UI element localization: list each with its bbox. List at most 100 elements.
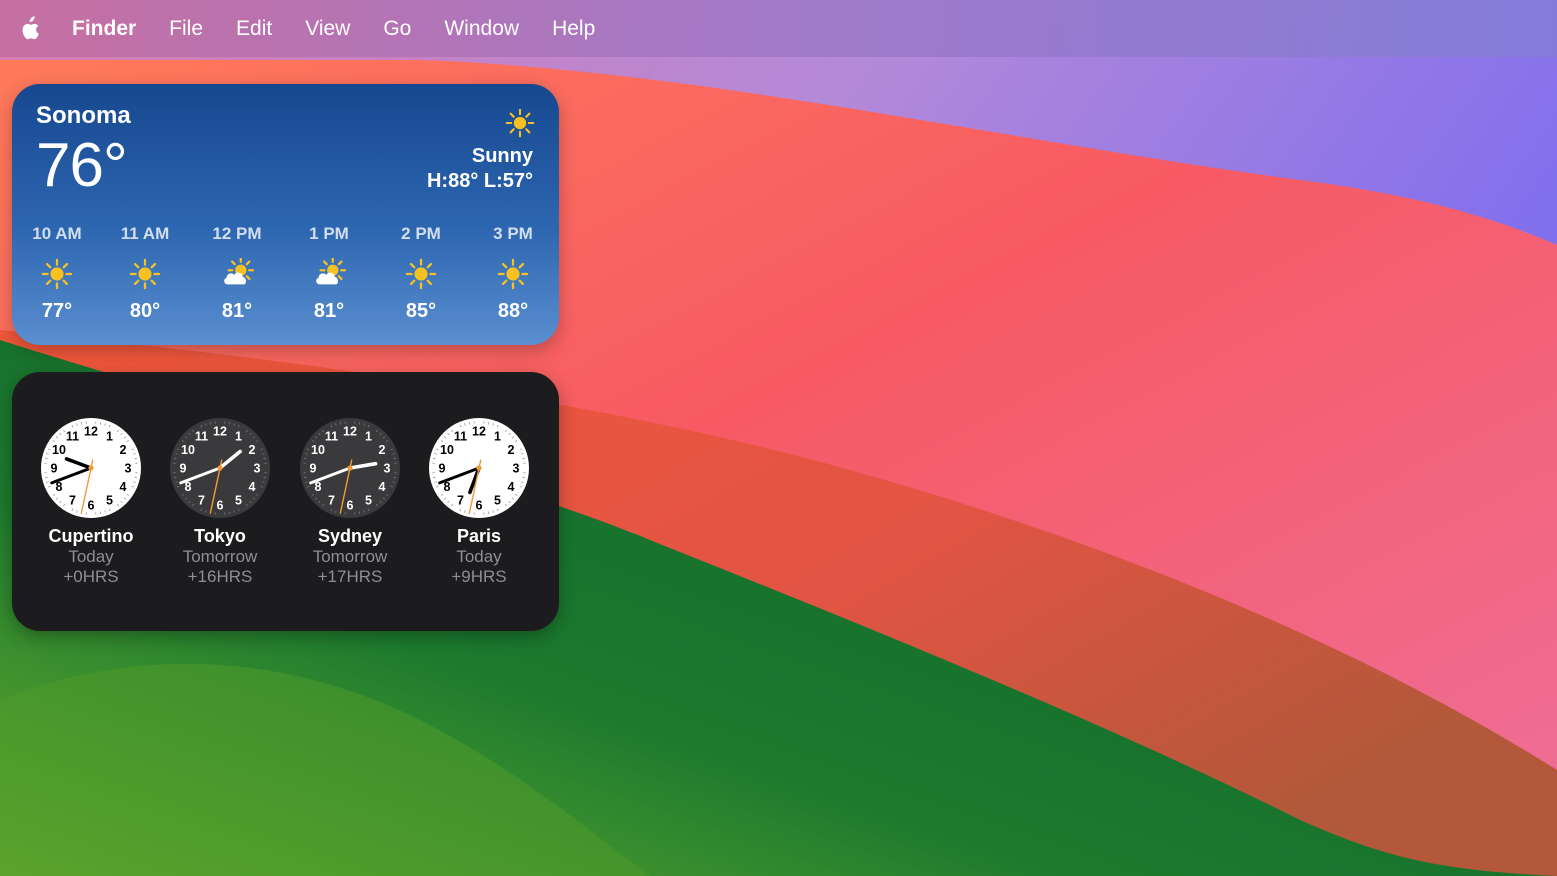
menu-bar: Finder File Edit View Go Window Help <box>0 0 1557 57</box>
svg-text:1: 1 <box>365 430 372 444</box>
weather-current-temp: 76° <box>36 131 128 200</box>
menu-go[interactable]: Go <box>383 0 411 57</box>
hour-temp: 88° <box>497 300 529 322</box>
clock-city: Cupertino <box>48 526 134 546</box>
clock-face: 1234567891011 12 <box>41 418 141 518</box>
svg-text:10: 10 <box>181 443 195 457</box>
svg-text:5: 5 <box>365 494 372 508</box>
hour-time: 12 PM <box>212 224 262 243</box>
clock-face: 1234567891011 12 <box>429 418 529 518</box>
svg-text:4: 4 <box>508 480 515 494</box>
hour-forecast: 3 PM 88° <box>468 224 558 323</box>
svg-text:3: 3 <box>125 462 132 476</box>
clock-cupertino[interactable]: 1 2 3 4 5 6 7 8 9 10 11 12 Cupertino Today +0HRS <box>31 416 151 587</box>
clock-day: Today <box>456 547 502 566</box>
svg-text:9: 9 <box>180 462 187 476</box>
clock-tokyo[interactable]: 1 2 3 4 5 6 7 8 9 10 11 12 Tokyo Tomorrow +16HRS <box>160 416 280 587</box>
menu-view[interactable]: View <box>305 0 350 57</box>
svg-text:12: 12 <box>343 425 357 439</box>
svg-text:7: 7 <box>69 494 76 508</box>
sun-icon <box>41 258 73 290</box>
svg-text:7: 7 <box>328 494 335 508</box>
apple-logo-icon[interactable] <box>18 15 40 42</box>
svg-text:6: 6 <box>347 499 354 513</box>
clock-city: Sydney <box>317 526 383 546</box>
svg-text:10: 10 <box>52 443 66 457</box>
clock-paris[interactable]: 1 2 3 4 5 6 7 8 9 10 11 12 Paris Today +9HRS <box>419 416 539 587</box>
hourly-forecast: 10 AM 77° 11 AM 80° 12 PM 81° 1 PM 81° 2… <box>12 224 559 334</box>
svg-text:5: 5 <box>235 494 242 508</box>
svg-text:11: 11 <box>454 430 467 444</box>
clock-city: Tokyo <box>194 526 246 546</box>
svg-text:1: 1 <box>106 430 113 444</box>
svg-text:5: 5 <box>106 494 113 508</box>
svg-text:11: 11 <box>325 430 338 444</box>
svg-text:3: 3 <box>513 462 520 476</box>
clock-offset: +16HRS <box>187 567 253 586</box>
svg-text:7: 7 <box>457 494 464 508</box>
sun-icon <box>497 258 529 290</box>
world-clock-widget[interactable]: 1 2 3 4 5 6 7 8 9 10 11 12 Cupertino Today +0HRS 12… <box>12 372 559 631</box>
hour-time: 2 PM <box>401 224 441 243</box>
svg-text:12: 12 <box>213 425 227 439</box>
svg-text:6: 6 <box>217 499 224 513</box>
clock-day: Tomorrow <box>312 547 388 566</box>
hour-time: 3 PM <box>493 224 533 243</box>
partly-cloudy-icon <box>316 258 346 285</box>
hour-forecast: 12 PM 81° <box>192 224 282 323</box>
svg-text:4: 4 <box>379 480 386 494</box>
hour-forecast: 2 PM 85° <box>376 224 466 323</box>
hour-time: 10 AM <box>32 224 82 243</box>
clock-offset: +17HRS <box>317 567 383 586</box>
clock-sydney[interactable]: 1 2 3 4 5 6 7 8 9 10 11 12 Sydney Tomorrow +17HRS <box>290 416 410 587</box>
sun-icon <box>405 258 437 290</box>
svg-text:10: 10 <box>440 443 454 457</box>
weather-widget[interactable]: Sonoma 76° Sunny H:88° L:57° 10 AM 77° 1… <box>12 84 559 345</box>
svg-text:5: 5 <box>494 494 501 508</box>
svg-text:3: 3 <box>384 462 391 476</box>
svg-text:2: 2 <box>508 443 515 457</box>
clock-day: Tomorrow <box>182 547 258 566</box>
svg-text:9: 9 <box>439 462 446 476</box>
hour-forecast: 10 AM 77° <box>12 224 102 323</box>
weather-hi-lo: H:88° L:57° <box>426 170 533 192</box>
svg-text:6: 6 <box>476 499 483 513</box>
sun-icon <box>505 108 535 138</box>
clock-face: 1234567891011 12 <box>170 418 270 518</box>
svg-text:4: 4 <box>120 480 127 494</box>
hour-temp: 81° <box>221 300 253 322</box>
clock-offset: +9HRS <box>451 567 507 586</box>
hour-temp: 81° <box>313 300 345 322</box>
menu-help[interactable]: Help <box>552 0 595 57</box>
menu-window[interactable]: Window <box>444 0 519 57</box>
svg-text:9: 9 <box>310 462 317 476</box>
svg-text:12: 12 <box>472 425 486 439</box>
svg-text:11: 11 <box>66 430 79 444</box>
svg-text:10: 10 <box>311 443 325 457</box>
svg-text:7: 7 <box>198 494 205 508</box>
menu-file[interactable]: File <box>169 0 203 57</box>
hour-temp: 85° <box>405 300 437 322</box>
svg-text:2: 2 <box>379 443 386 457</box>
svg-text:9: 9 <box>51 462 58 476</box>
hour-temp: 77° <box>41 300 73 322</box>
hour-time: 1 PM <box>309 224 349 243</box>
svg-text:2: 2 <box>120 443 127 457</box>
hour-forecast: 11 AM 80° <box>100 224 190 323</box>
hour-temp: 80° <box>129 300 161 322</box>
svg-text:11: 11 <box>195 430 208 444</box>
hour-time: 11 AM <box>120 224 170 243</box>
menu-edit[interactable]: Edit <box>236 0 272 57</box>
menu-finder[interactable]: Finder <box>72 0 136 57</box>
svg-text:12: 12 <box>84 425 98 439</box>
partly-cloudy-icon <box>224 258 254 285</box>
weather-condition: Sunny <box>471 145 533 167</box>
clock-city: Paris <box>456 526 502 546</box>
weather-city: Sonoma <box>36 102 131 129</box>
clock-offset: +0HRS <box>63 567 119 586</box>
sun-icon <box>129 258 161 290</box>
clock-day: Today <box>68 547 114 566</box>
hour-forecast: 1 PM 81° <box>284 224 374 323</box>
svg-text:6: 6 <box>88 499 95 513</box>
clock-face: 1234567891011 12 <box>300 418 400 518</box>
